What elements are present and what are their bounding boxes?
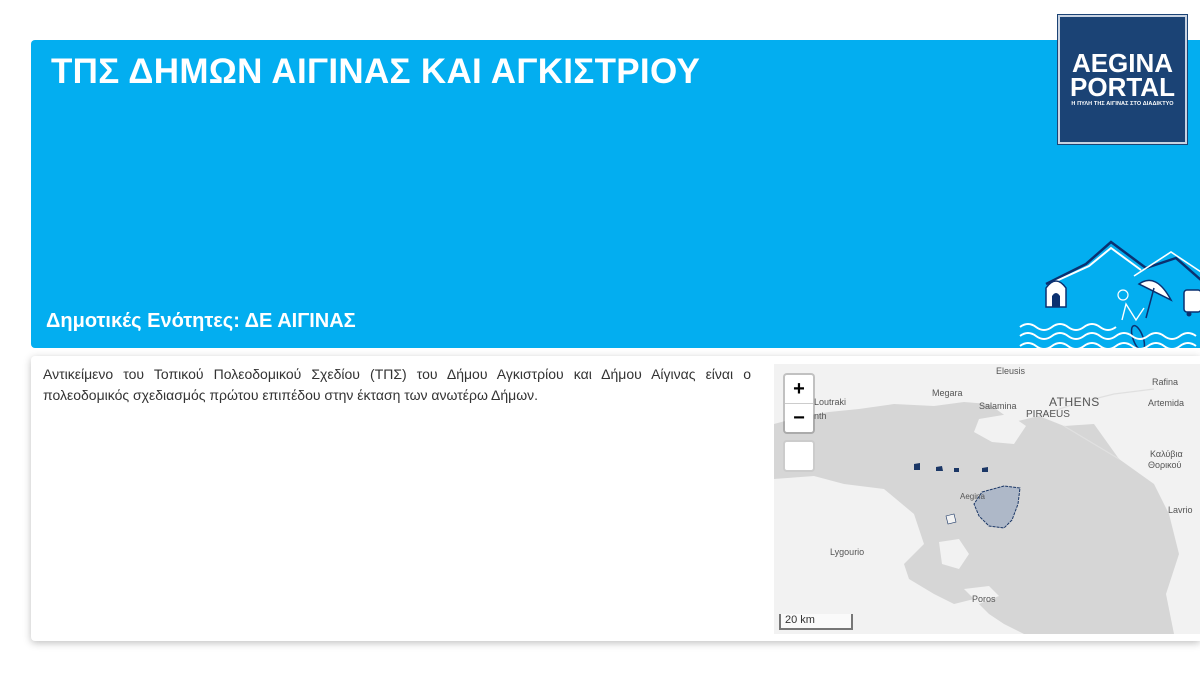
map-view[interactable]: + − Eleusis Megara Salamina ATHENS PIRAE… [774,364,1200,634]
logo-text-line2: PORTAL [1070,72,1175,102]
map-label-aegina: Aegina [960,492,985,501]
map-label-rafina: Rafina [1152,377,1179,387]
map-scale-bar: 20 km [779,614,853,630]
map-label-thorikou: Θορικού [1148,460,1182,470]
map-label-lavrio: Lavrio [1168,505,1193,515]
map-label-eleusis: Eleusis [996,366,1026,376]
map-label-corinth: nth [814,411,827,421]
municipal-units-subtitle: Δημοτικές Ενότητες: ΔΕ ΑΙΓΙΝΑΣ [46,310,356,332]
map-label-lygourio: Lygourio [830,547,865,557]
island-illustration [1019,240,1200,348]
header-banner: ΤΠΣ ΔΗΜΩΝ ΑΙΓΙΝΑΣ ΚΑΙ ΑΓΚΙΣΤΡΙΟΥ Δημοτικ… [31,40,1200,348]
logo-tagline: Η ΠΥΛΗ ΤΗΣ ΑΙΓΙΝΑΣ ΣΤΟ ΔΙΑΔΙΚΤΥΟ [1071,101,1174,107]
map-label-loutraki: Loutraki [814,397,847,407]
map-label-kalyvia: Καλύβια [1150,449,1183,459]
zoom-control: + − [783,373,815,434]
page-title: ΤΠΣ ΔΗΜΩΝ ΑΙΓΙΝΑΣ ΚΑΙ ΑΓΚΙΣΤΡΙΟΥ [51,52,701,91]
map-label-athens: ATHENS [1049,395,1100,409]
map-label-piraeus: PIRAEUS [1026,409,1070,420]
layer-toggle-button[interactable] [783,440,815,472]
aegina-portal-logo[interactable]: AEGINA PORTAL Η ΠΥΛΗ ΤΗΣ ΑΙΓΙΝΑΣ ΣΤΟ ΔΙΑ… [1058,15,1187,144]
zoom-in-button[interactable]: + [785,375,813,404]
plan-description: Αντικείμενο του Τοπικού Πολεοδομικού Σχε… [43,366,751,403]
map-label-megara: Megara [932,388,963,398]
content-card: Αντικείμενο του Τοπικού Πολεοδομικού Σχε… [31,356,1200,641]
map-label-salamina: Salamina [979,401,1017,411]
map-label-artemida: Artemida [1148,398,1185,408]
zoom-out-button[interactable]: − [785,404,813,432]
map-label-poros: Poros [972,594,996,604]
